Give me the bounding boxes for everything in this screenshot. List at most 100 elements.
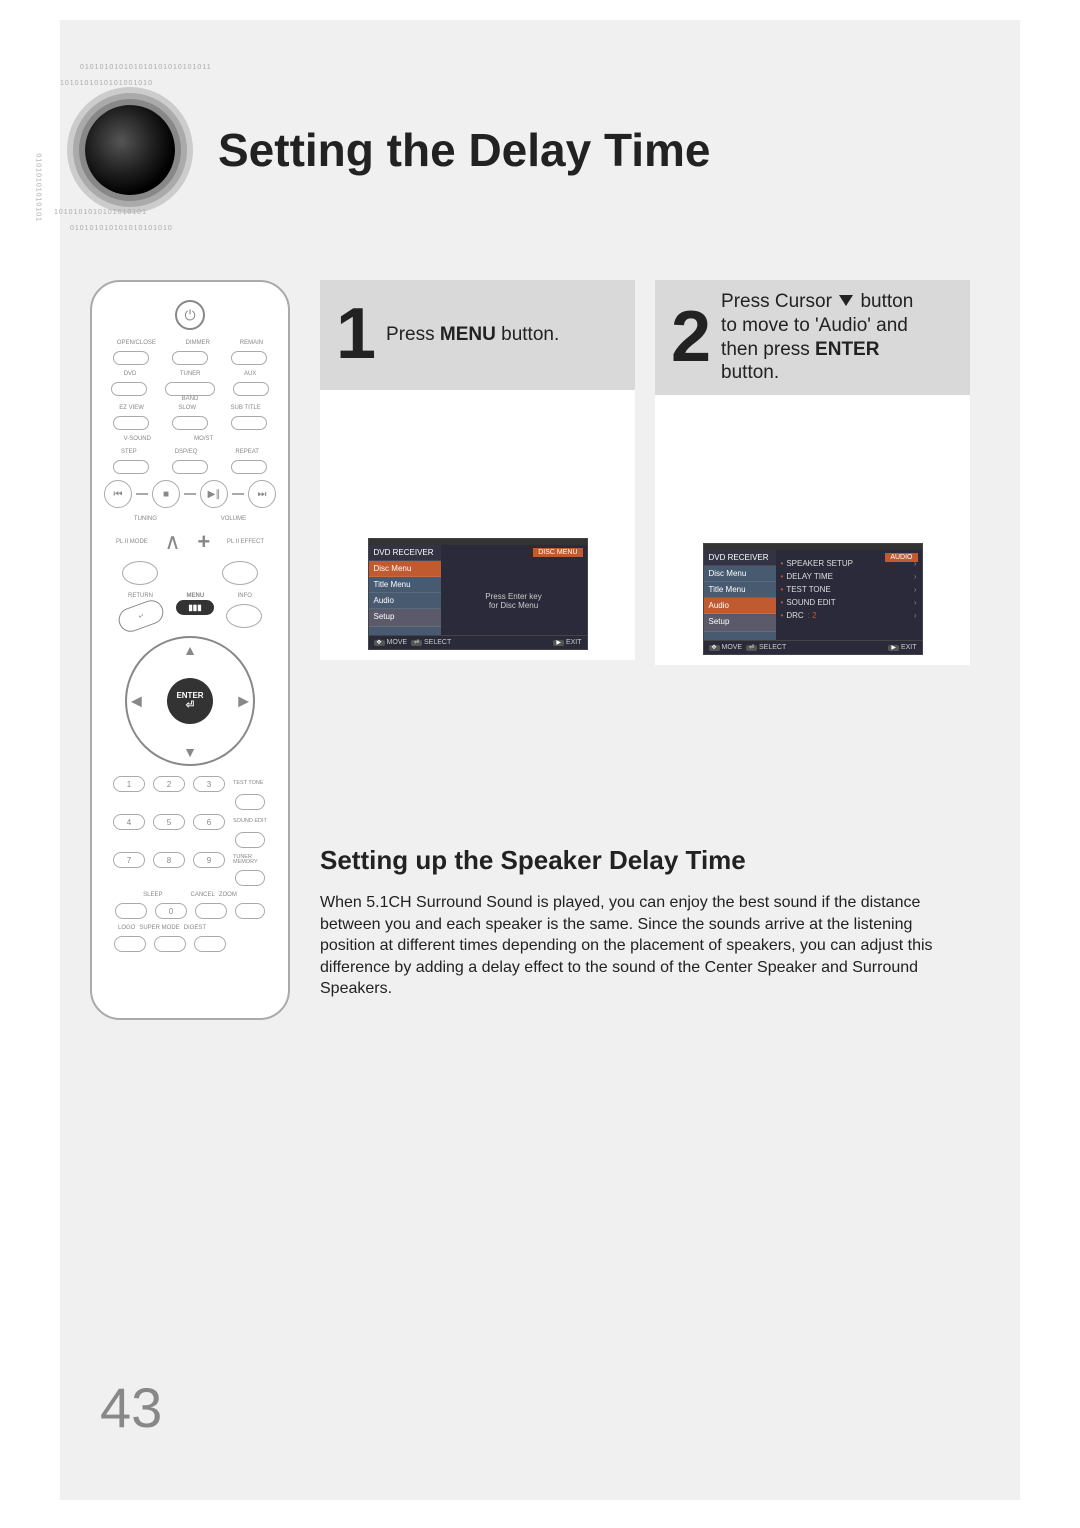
osd2-disc-menu: Disc Menu [704, 566, 776, 582]
label-plii-mode: PL II MODE [116, 539, 148, 545]
osd1-disc-menu: Disc Menu [369, 561, 441, 577]
osd1-exit: EXIT [566, 639, 582, 646]
osd2-item-sound: SOUND EDIT [786, 598, 835, 607]
step-1-text: Press MENU button. [386, 323, 559, 347]
osd2-setup: Setup [704, 614, 776, 632]
return-button: ↩ [115, 597, 166, 635]
osd2-drc-value: : 2 [808, 611, 817, 620]
num-7: 7 [113, 852, 145, 868]
manual-page: 010101010101010101010101011 101010101010… [60, 20, 1020, 1500]
play-pause-icon: ▶∥ [200, 480, 228, 508]
label-ezview: EZ VIEW [119, 405, 144, 411]
num-2: 2 [153, 776, 185, 792]
page-header: 010101010101010101010101011 101010101010… [60, 60, 970, 240]
osd2-exit: EXIT [901, 644, 917, 651]
label-aux: AUX [244, 371, 256, 377]
osd1-player: DVD RECEIVER [369, 545, 441, 561]
label-subtitle: SUB TITLE [231, 405, 261, 411]
num-3: 3 [193, 776, 225, 792]
dpad: ▲ ▼ ◀ ▶ ENTER ⏎ [125, 636, 255, 766]
num-9: 9 [193, 852, 225, 868]
osd1-title-menu: Title Menu [369, 577, 441, 593]
label-logo: LOGO [118, 925, 135, 931]
stop-icon: ■ [152, 480, 180, 508]
volume-plus-icon: + [197, 529, 210, 555]
label-dvd: DVD [124, 371, 137, 377]
numpad: 1 2 3 TEST TONE 4 5 6 SOUND EDIT [102, 776, 278, 952]
num-4: 4 [113, 814, 145, 830]
next-icon: ⏭ [248, 480, 276, 508]
label-dimmer: DIMMER [186, 340, 210, 346]
osd2-title-menu: Title Menu [704, 582, 776, 598]
lower-section: Setting up the Speaker Delay Time When 5… [320, 845, 970, 1000]
step-2-number: 2 [671, 309, 711, 367]
label-sdsf: SUPER MODE [139, 925, 179, 931]
label-sound-edit: SOUND EDIT [233, 819, 267, 825]
label-step: STEP [121, 449, 137, 455]
cursor-down-icon [839, 295, 853, 306]
label-return: RETURN [128, 593, 153, 599]
cursor-left-icon: ◀ [131, 693, 142, 710]
label-open-close: OPEN/CLOSE [117, 340, 156, 346]
tuning-up-icon: ∧ [165, 529, 181, 555]
remote-control-illustration: ⏻ OPEN/CLOSE DIMMER REMAIN DVD TUNER AUX… [90, 280, 290, 1020]
label-most: MO/ST [194, 436, 213, 442]
osd2-item-speaker: SPEAKER SETUP [786, 559, 853, 568]
osd1-select: SELECT [424, 639, 451, 646]
lower-paragraph: When 5.1CH Surround Sound is played, you… [320, 892, 940, 1000]
num-6: 6 [193, 814, 225, 830]
step-2-header: 2 Press Cursor button to move to 'Audio'… [655, 280, 970, 395]
label-digest: DIGEST [184, 925, 206, 931]
label-dspeq: DSP/EQ [175, 449, 198, 455]
cursor-up-icon: ▲ [183, 642, 197, 658]
step-1-number: 1 [336, 306, 376, 364]
label-tuning: TUNING [134, 516, 157, 522]
num-0: 0 [155, 903, 187, 919]
osd2-audio: Audio [704, 598, 776, 614]
step-2-body: DVD RECEIVER Disc Menu Title Menu Audio … [655, 395, 970, 665]
label-vsound: V-SOUND [124, 436, 151, 442]
label-repeat: REPEAT [235, 449, 259, 455]
osd2-item-drc: DRC [786, 611, 803, 620]
label-volume: VOLUME [221, 516, 246, 522]
speaker-icon: 010101010101010101010101011 101010101010… [40, 60, 220, 240]
power-icon: ⏻ [175, 300, 205, 330]
label-band: BAND [102, 396, 278, 402]
step-1-body: DVD RECEIVER Disc Menu Title Menu Audio … [320, 390, 635, 660]
label-tuner-memory: TUNER MEMORY [233, 855, 267, 866]
osd2-item-delay: DELAY TIME [786, 572, 833, 581]
label-sleep: SLEEP [143, 892, 162, 898]
osd2-move: MOVE [721, 644, 742, 651]
osd1-move: MOVE [386, 639, 407, 646]
transport-row: ⏮ ■ ▶∥ ⏭ [102, 480, 278, 508]
num-1: 1 [113, 776, 145, 792]
osd1-line1: Press Enter key [485, 592, 541, 601]
prev-icon: ⏮ [104, 480, 132, 508]
step-2: 2 Press Cursor button to move to 'Audio'… [655, 280, 970, 665]
osd-screen-1: DVD RECEIVER Disc Menu Title Menu Audio … [368, 538, 588, 650]
label-test-tone: TEST TONE [233, 781, 267, 787]
label-menu: MENU [186, 593, 204, 599]
steps-row: 1 Press MENU button. DVD RECEIVER Disc M… [320, 280, 970, 665]
remote-column: ⏻ OPEN/CLOSE DIMMER REMAIN DVD TUNER AUX… [60, 280, 290, 1020]
menu-button: ▮▮▮ [176, 600, 213, 615]
osd1-setup: Setup [369, 609, 441, 627]
osd2-header: AUDIO [885, 553, 917, 562]
osd1-line2: for Disc Menu [489, 601, 538, 610]
label-info: INFO [238, 593, 252, 599]
cursor-down-icon: ▼ [183, 744, 197, 760]
osd2-player: DVD RECEIVER [704, 550, 776, 566]
label-remain: REMAIN [240, 340, 263, 346]
osd2-item-test: TEST TONE [786, 585, 830, 594]
num-8: 8 [153, 852, 185, 868]
enter-button: ENTER ⏎ [167, 678, 213, 724]
label-plii-effect: PL II EFFECT [227, 539, 264, 545]
osd-screen-2: DVD RECEIVER Disc Menu Title Menu Audio … [703, 543, 923, 655]
label-zoom: ZOOM [219, 892, 237, 898]
cursor-right-icon: ▶ [238, 693, 249, 710]
step-1: 1 Press MENU button. DVD RECEIVER Disc M… [320, 280, 635, 665]
osd1-audio: Audio [369, 593, 441, 609]
page-title: Setting the Delay Time [218, 123, 711, 177]
right-column: 1 Press MENU button. DVD RECEIVER Disc M… [320, 280, 970, 1020]
page-number: 43 [100, 1375, 162, 1440]
